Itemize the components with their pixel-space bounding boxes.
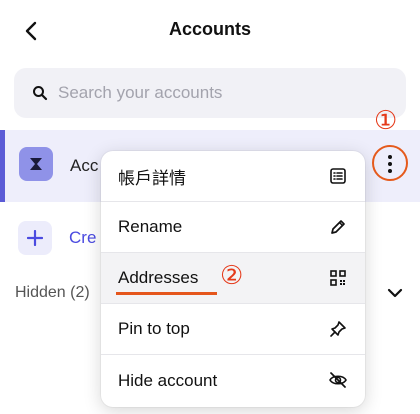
menu-item-label: Pin to top [118, 319, 190, 338]
search-icon [33, 86, 48, 101]
list-icon [330, 168, 346, 184]
annotation-step-1: ① [374, 106, 398, 136]
header: Accounts [0, 0, 420, 60]
chevron-down-icon[interactable] [384, 282, 406, 304]
menu-item-hide-account[interactable]: Hide account [101, 355, 365, 406]
account-logo-icon [30, 158, 42, 170]
hidden-section-label: Hidden (2) [15, 284, 90, 301]
qr-code-icon [330, 270, 346, 286]
annotation-underline-addresses [116, 292, 217, 295]
create-account-button[interactable]: Cre [18, 218, 96, 258]
create-label: Cre [69, 228, 97, 247]
eye-off-icon [329, 372, 347, 388]
page-title: Accounts [168, 19, 251, 39]
menu-item-label: Hide account [118, 370, 218, 390]
menu-item-label: Addresses [118, 268, 199, 287]
annotation-circle-more-button [372, 145, 408, 181]
pencil-icon [331, 220, 345, 234]
selected-indicator [0, 130, 5, 202]
account-avatar [19, 147, 53, 181]
menu-item-rename[interactable]: Rename [101, 202, 365, 253]
menu-item-label: Rename [118, 217, 183, 236]
menu-item-pin-to-top[interactable]: Pin to top [101, 304, 365, 355]
search-box[interactable] [14, 68, 406, 118]
plus-icon [27, 230, 43, 246]
menu-item-account-details[interactable]: 帳戶詳情 [101, 151, 365, 202]
search-input[interactable] [58, 83, 378, 103]
accounts-screen: Accounts Acc Cre Hidden (2) [0, 0, 420, 414]
account-name: Acc [70, 156, 99, 175]
annotation-step-2: ② [220, 261, 244, 291]
menu-item-label: 帳戶詳情 [118, 168, 186, 188]
plus-icon-box [18, 221, 52, 255]
pin-icon [330, 321, 346, 337]
